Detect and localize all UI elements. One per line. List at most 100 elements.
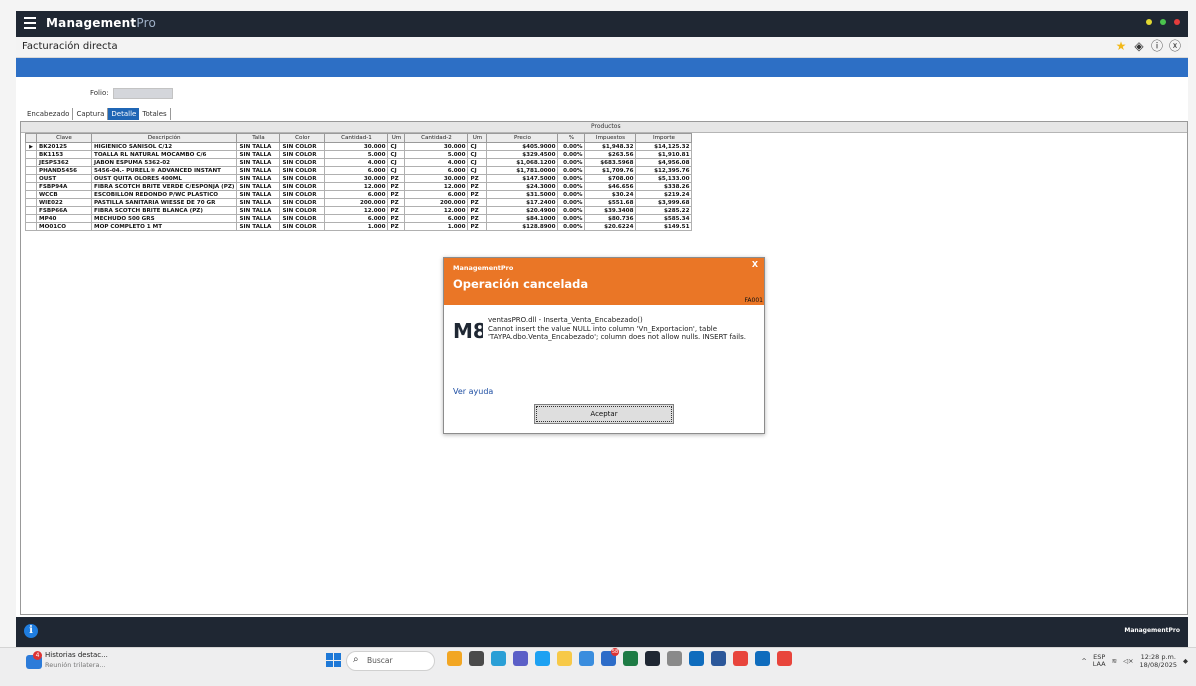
error-source: ventasPRO.dll - Inserta_Venta_Encabezado…: [488, 316, 643, 324]
table-row[interactable]: FSBP66A FIBRA SCOTCH BRITE BLANCA (PZ) SIN…: [25, 206, 693, 215]
table-cell: PZ: [387, 198, 406, 207]
table-cell: $30.24: [584, 190, 637, 199]
column-header[interactable]: Cantidad-1: [324, 133, 389, 143]
table-row[interactable]: MP40 MECHUDO 500 GRS SIN TALLA SIN COLOR 6.0…: [25, 214, 693, 223]
table-row[interactable]: ▶ BK20125 HIGIENICO SANISOL C/12 SIN TALLA S…: [25, 142, 693, 151]
help-link[interactable]: Ver ayuda: [453, 387, 493, 396]
page-titlebar: Facturación directa ★ ◈ ⓘ ⓧ: [16, 37, 1188, 58]
word-icon[interactable]: [711, 651, 726, 666]
chevron-up-icon[interactable]: ^: [1081, 657, 1086, 665]
table-row[interactable]: FSBP94A FIBRA SCOTCH BRITE VERDE C/ESPONJ…: [25, 182, 693, 191]
row-selector-header: [25, 133, 37, 143]
weather-app-icon[interactable]: [447, 651, 462, 666]
table-cell: SIN COLOR: [279, 150, 326, 159]
table-cell: BK1153: [36, 150, 92, 159]
column-header[interactable]: %: [557, 133, 586, 143]
table-cell: $80.736: [584, 214, 637, 223]
start-icon[interactable]: [326, 653, 341, 667]
help-icon[interactable]: ⓘ: [1150, 39, 1164, 53]
folio-field[interactable]: [113, 88, 173, 99]
column-header[interactable]: Impuestos: [584, 133, 637, 143]
column-header[interactable]: Importe: [635, 133, 693, 143]
star-icon[interactable]: ★: [1114, 39, 1128, 53]
tab-detalle[interactable]: Detalle: [108, 108, 140, 120]
table-row[interactable]: WIE022 PASTILLA SANITARIA WIESSE DE 70 GR…: [25, 198, 693, 207]
column-header[interactable]: Precio: [486, 133, 559, 143]
tab-bar: Encabezado Captura Detalle Totales: [24, 108, 171, 120]
table-cell: $329.4500: [486, 150, 559, 159]
outlook-icon[interactable]: [689, 651, 704, 666]
table-cell: ESCOBILLON REDONDO P/WC PLASTICO: [90, 190, 238, 199]
table-cell: CJ: [467, 166, 488, 175]
task-view-icon[interactable]: [469, 651, 484, 666]
table-cell: PZ: [467, 174, 488, 183]
layers-icon[interactable]: ◈: [1132, 39, 1146, 53]
news-title[interactable]: Historias destac...: [45, 651, 108, 659]
row-selector: [25, 206, 37, 215]
logo-text: M8: [453, 319, 483, 342]
notifications-icon[interactable]: ◆: [1183, 657, 1188, 665]
managementpro-app-icon[interactable]: [645, 651, 660, 666]
table-cell: PZ: [467, 190, 488, 199]
file-explorer-icon[interactable]: [557, 651, 572, 666]
search-input[interactable]: ⌕ Buscar: [346, 651, 435, 671]
tab-encabezado[interactable]: Encabezado: [24, 108, 74, 120]
outlook-alt-icon[interactable]: [755, 651, 770, 666]
chrome-alt-icon[interactable]: [777, 651, 792, 666]
tab-captura[interactable]: Captura: [73, 108, 109, 120]
mail-icon[interactable]: 58: [601, 648, 619, 666]
column-header[interactable]: Color: [279, 133, 326, 143]
edge-icon[interactable]: [535, 651, 550, 666]
table-cell: 1.000: [324, 222, 389, 231]
app-icon[interactable]: [667, 651, 682, 666]
table-cell: 6.000: [404, 214, 469, 223]
column-header[interactable]: Um: [467, 133, 488, 143]
green-dot-icon[interactable]: [1160, 19, 1166, 25]
volume-icon[interactable]: ◁×: [1123, 657, 1133, 665]
clock[interactable]: 12:28 p.m. 18/08/2025: [1140, 653, 1177, 669]
table-cell: 6.000: [324, 166, 389, 175]
table-cell: 12.000: [404, 206, 469, 215]
table-cell: PZ: [387, 182, 406, 191]
table-row[interactable]: MO01CO MOP COMPLETO 1 MT SIN TALLA SIN COLO…: [25, 222, 693, 231]
products-table: Clave Descripción Talla Color Cantidad-1…: [25, 133, 693, 231]
language-indicator[interactable]: ESP LAA: [1093, 654, 1106, 668]
table-row[interactable]: JESPS362 JABON ESPUMA 5362-02 SIN TALLA SIN…: [25, 158, 693, 167]
menu-icon[interactable]: [24, 17, 36, 31]
teams-icon[interactable]: [513, 651, 528, 666]
table-cell: SIN COLOR: [279, 222, 326, 231]
table-cell: SIN TALLA: [236, 198, 281, 207]
column-header[interactable]: Descripción: [90, 133, 238, 143]
table-row[interactable]: PHAND5456 5456-04.- PURELL® ADVANCED INST…: [25, 166, 693, 175]
table-row[interactable]: OUST OUST QUITA OLORES 400ML SIN TALLA SIN …: [25, 174, 693, 183]
info-icon[interactable]: i: [24, 624, 38, 638]
table-cell: $46.656: [584, 182, 637, 191]
table-cell: 6.000: [324, 190, 389, 199]
table-row[interactable]: BK1153 TOALLA RL NATURAL MOCAMBO C/6 SIN T…: [25, 150, 693, 159]
dialog-close-button[interactable]: X: [752, 260, 758, 269]
accept-button[interactable]: Aceptar: [534, 404, 674, 424]
red-dot-icon[interactable]: [1174, 19, 1180, 25]
close-icon[interactable]: ⓧ: [1168, 39, 1182, 53]
browser-icon[interactable]: [491, 651, 506, 666]
column-header[interactable]: Talla: [236, 133, 281, 143]
chrome-icon[interactable]: [733, 651, 748, 666]
table-cell: 0.00%: [557, 174, 586, 183]
table-cell: PZ: [387, 206, 406, 215]
table-cell: PZ: [467, 198, 488, 207]
table-row[interactable]: WCCB ESCOBILLON REDONDO P/WC PLASTICO SIN …: [25, 190, 693, 199]
table-cell: PZ: [467, 214, 488, 223]
search-icon: ⌕: [353, 654, 359, 665]
excel-icon[interactable]: [623, 651, 638, 666]
news-subtitle[interactable]: Reunión trilatera...: [45, 661, 106, 669]
table-cell: 5.000: [404, 150, 469, 159]
wifi-icon[interactable]: ≋: [1112, 657, 1117, 665]
yellow-dot-icon[interactable]: [1146, 19, 1152, 25]
column-header[interactable]: Cantidad-2: [404, 133, 469, 143]
store-icon[interactable]: [579, 651, 594, 666]
table-cell: 12.000: [324, 206, 389, 215]
grid-group-band: Productos: [21, 122, 1187, 133]
column-header[interactable]: Um: [387, 133, 406, 143]
column-header[interactable]: Clave: [36, 133, 92, 143]
tab-totales[interactable]: Totales: [139, 108, 171, 120]
